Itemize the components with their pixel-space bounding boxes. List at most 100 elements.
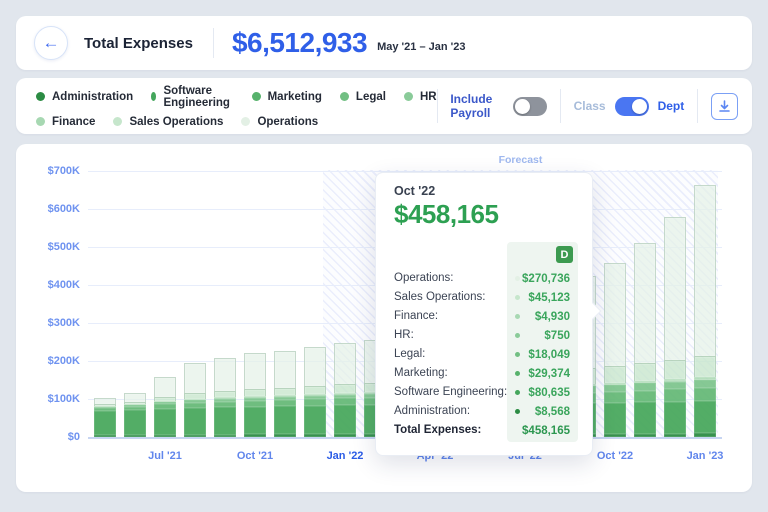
bar-segment [334,434,356,437]
bar-segment [124,393,146,401]
legend-label: Marketing [268,91,322,103]
tooltip-row-label: Marketing: [394,364,507,383]
y-axis-tick: $0 [28,431,80,443]
bar-segment [274,406,296,434]
download-button[interactable] [711,93,738,120]
bar-oct22[interactable] [604,263,626,437]
bar-segment [214,407,236,435]
bar-nov22[interactable] [634,243,656,437]
bar-jun21[interactable] [124,393,146,437]
bar-segment [694,185,716,356]
legend-label: Administration [52,91,133,103]
bar-segment [604,392,626,403]
include-payroll-toggle[interactable] [513,97,547,116]
bar-jan22[interactable] [334,343,356,437]
bar-segment [694,401,716,433]
legend-item-operations[interactable]: Operations [241,116,318,128]
bar-segment [334,343,356,385]
bar-segment [184,408,206,435]
legend-dot [151,92,156,101]
bar-segment [694,356,716,377]
y-axis-tick: $400K [28,279,80,291]
bar-segment [154,377,176,397]
legend-item-legal[interactable]: Legal [340,91,386,103]
bar-segment [94,435,116,437]
bar-jul21[interactable] [154,377,176,437]
bar-segment [604,366,626,383]
legend-dot [36,117,45,126]
page-title: Total Expenses [84,35,193,52]
y-axis-tick: $700K [28,165,80,177]
header-card: ← Total Expenses $6,512,933 May '21 – Ja… [16,16,752,70]
bar-may21[interactable] [94,398,116,437]
x-axis-tick: Oct '22 [585,450,645,462]
bar-segment [184,435,206,437]
bar-nov21[interactable] [274,351,296,437]
bar-oct21[interactable] [244,353,266,437]
tooltip-row-value: $80,635 [507,383,578,402]
tooltip-month: Oct '22 [394,184,574,198]
legend-item-marketing[interactable]: Marketing [252,91,322,103]
y-axis-tick: $500K [28,241,80,253]
bar-segment [244,434,266,437]
total-expenses-amount: $6,512,933 [232,27,367,59]
bar-segment [304,406,326,435]
class-dept-toggle[interactable] [615,97,649,116]
bar-segment [694,380,716,388]
bar-segment [604,385,626,392]
bar-segment [154,435,176,437]
bar-segment [244,407,266,435]
chart-card: Forecast $700K$600K$500K$400K$300K$200K$… [16,144,752,492]
legend-label: Finance [52,116,95,128]
bar-dec21[interactable] [304,347,326,437]
tooltip-row-label: Finance: [394,307,507,326]
tooltip-row-label: Operations: [394,269,507,288]
bar-segment [634,391,656,403]
y-axis-tick: $300K [28,317,80,329]
bar-segment [604,263,626,366]
x-axis-tick: Jul '21 [135,450,195,462]
tooltip-row-label: Administration: [394,402,507,421]
chart-legend: Administration Software Engineering Market… [36,85,437,128]
bar-segment [124,410,146,435]
bar-segment [304,347,326,386]
bar-segment [274,434,296,437]
header-divider [213,28,214,58]
bar-segment [334,398,356,405]
tooltip-row-value: $270,736 [507,269,578,288]
x-axis-tick: Jan '22 [315,450,375,462]
legend-label: Legal [356,91,386,103]
bar-segment [214,358,236,391]
bar-jan23[interactable] [694,185,716,437]
legend-item-hr[interactable]: HR [404,91,437,103]
bar-aug21[interactable] [184,363,206,437]
legend-item-sales-operations[interactable]: Sales Operations [113,116,223,128]
tooltip-row-value: $29,374 [507,364,578,383]
tooltip-total-amount: $458,165 [394,199,574,230]
tooltip-row-label: Sales Operations: [394,288,507,307]
bar-segment [664,402,686,434]
dept-label[interactable]: Dept [658,99,685,113]
bar-segment [694,433,716,437]
tooltip-row-label: Software Engineering: [394,383,507,402]
tooltip-total-label: Total Expenses: [394,421,507,440]
controls-card: Administration Software Engineering Market… [16,78,752,134]
tooltip-row-label: HR: [394,326,507,345]
bar-segment [274,351,296,388]
bar-segment [244,353,266,389]
legend-item-finance[interactable]: Finance [36,116,95,128]
bar-sep21[interactable] [214,358,236,437]
legend-item-administration[interactable]: Administration [36,91,133,103]
class-label[interactable]: Class [574,99,606,113]
legend-label: Software Engineering [163,85,233,109]
bar-segment [664,434,686,437]
back-button[interactable]: ← [34,26,68,60]
legend-dot [340,92,349,101]
x-axis-tick: Jan '23 [675,450,735,462]
bar-dec22[interactable] [664,217,686,437]
chart-tooltip: Oct '22 $458,165 Operations:Sales Operat… [375,172,593,456]
tooltip-labels-column: Operations:Sales Operations:Finance:HR:L… [394,242,507,442]
bar-segment [274,388,296,395]
bar-segment [634,383,656,390]
legend-item-software-engineering[interactable]: Software Engineering [151,85,233,109]
